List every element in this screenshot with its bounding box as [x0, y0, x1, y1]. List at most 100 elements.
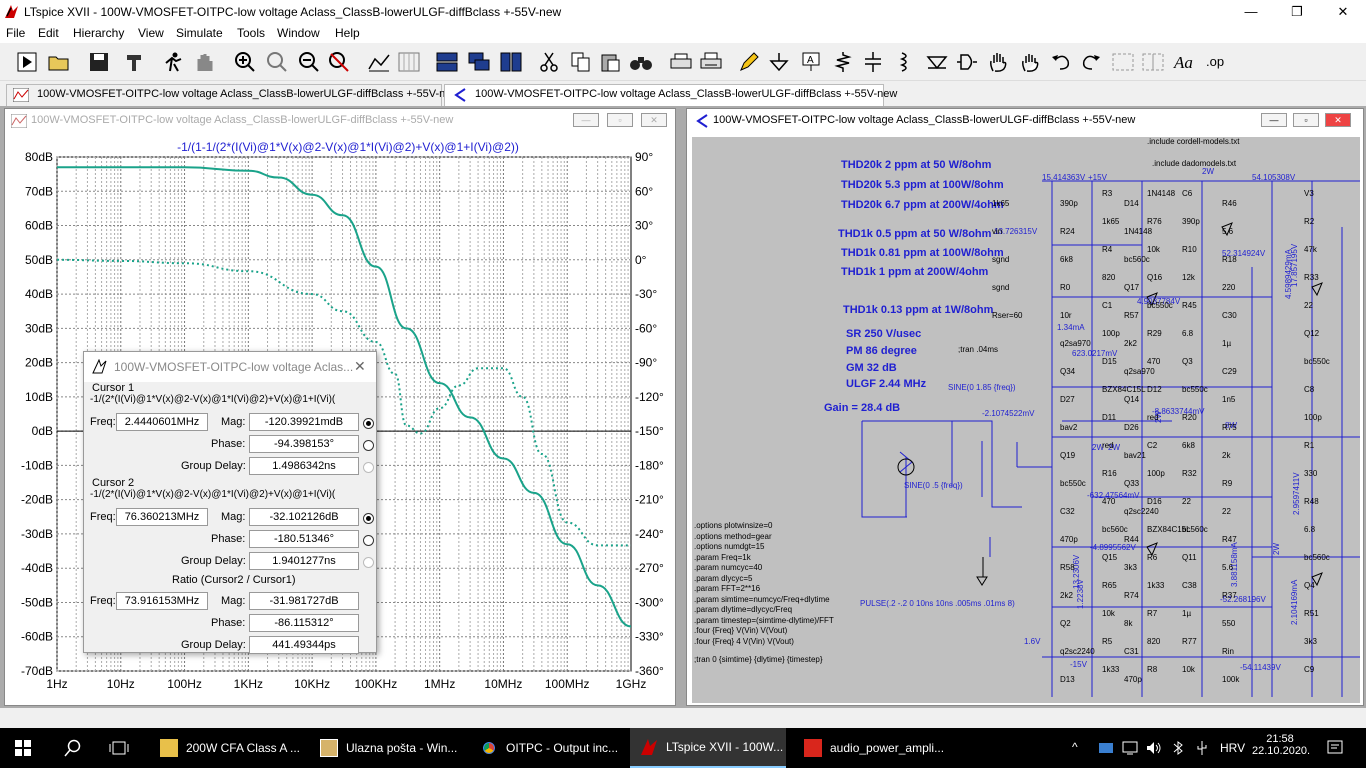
component-label[interactable]: D16 — [1147, 497, 1162, 506]
note-3[interactable]: THD20k 6.7 ppm at 200W/4ohm — [841, 199, 1004, 211]
component-label[interactable]: bav21 — [1124, 451, 1146, 460]
menu-simulate[interactable]: Simulate — [176, 26, 223, 40]
language-indicator[interactable]: HRV — [1220, 741, 1245, 755]
component-label[interactable]: 2k2 — [1124, 339, 1137, 348]
component-label[interactable]: 10k — [1102, 609, 1115, 618]
component-label[interactable]: 10k — [1182, 665, 1195, 674]
component-label[interactable]: R18 — [1222, 255, 1237, 264]
component-label[interactable]: bav2 — [1060, 423, 1077, 432]
component-label[interactable]: 100k — [1222, 675, 1239, 684]
component-label[interactable]: R37 — [1222, 591, 1237, 600]
component-label[interactable]: Q34 — [1060, 367, 1075, 376]
component-label[interactable]: V3 — [1304, 189, 1314, 198]
component-label[interactable]: 2k2 — [1060, 591, 1073, 600]
spice-directive-line[interactable]: .options plotwinsize=0 — [694, 521, 834, 532]
node-voltage-label[interactable]: 2W — [1202, 167, 1214, 176]
copy-button[interactable] — [568, 49, 594, 75]
spice-directive-line[interactable]: .param timestep=(simtime-dlytime)/FFT — [694, 616, 834, 627]
component-label[interactable]: 1µ — [1222, 339, 1231, 348]
source-spec-label[interactable]: SINE(0 1.85 {freq}) — [948, 383, 1016, 392]
component-label[interactable]: C29 — [1222, 367, 1237, 376]
find-button[interactable] — [628, 49, 654, 75]
cursor2-freq[interactable]: 76.360213MHz — [116, 508, 208, 526]
component-label[interactable]: R46 — [1222, 199, 1237, 208]
spice-directive-line[interactable]: .param dlytime=dlycyc/Freq — [694, 605, 834, 616]
component-label[interactable]: D13 — [1060, 675, 1075, 684]
component-label[interactable]: 1n5 — [1222, 395, 1235, 404]
source-spec-label[interactable]: SINE(0 .5 {freq}) — [904, 481, 963, 490]
component-label[interactable]: bc550c — [1147, 301, 1173, 310]
component-label[interactable]: vin — [992, 227, 1002, 236]
component-label[interactable]: R10 — [1182, 245, 1197, 254]
node-voltage-label[interactable]: 54.105308V — [1252, 173, 1295, 182]
spice-directive-line[interactable]: .four {Freq} V(Vin) V(Vout) — [694, 626, 834, 637]
component-label[interactable]: Q12 — [1304, 329, 1319, 338]
zoom-fit-button[interactable] — [326, 49, 352, 75]
component-label[interactable]: bc560c — [1124, 255, 1150, 264]
component-label[interactable]: Q33 — [1124, 479, 1139, 488]
component-label[interactable]: Q19 — [1060, 451, 1075, 460]
component-label[interactable]: R44 — [1124, 535, 1139, 544]
component-label[interactable]: 47k — [1304, 245, 1317, 254]
node-voltage-label[interactable]: -15V — [1070, 660, 1087, 669]
node-voltage-label[interactable]: -4.8995562V — [1090, 543, 1136, 552]
start-button[interactable] — [0, 728, 46, 768]
waveform-minimize-button[interactable]: — — [573, 113, 599, 127]
component-label[interactable]: C31 — [1124, 647, 1139, 656]
tile-vertical-button[interactable] — [498, 49, 524, 75]
component-label[interactable]: R7 — [1147, 609, 1157, 618]
node-voltage-label[interactable]: 2W — [1272, 543, 1281, 555]
component-label[interactable]: R0 — [1060, 283, 1070, 292]
cursor1-phase-radio[interactable] — [363, 440, 374, 451]
component-label[interactable]: 100p — [1102, 329, 1120, 338]
component-label[interactable]: 22 — [1222, 507, 1231, 516]
component-label[interactable]: R8 — [1147, 665, 1157, 674]
component-label[interactable]: C30 — [1222, 311, 1237, 320]
component-label[interactable]: D11 — [1102, 413, 1116, 422]
node-voltage-label[interactable]: -54.11439V — [1240, 663, 1281, 672]
save-button[interactable] — [86, 49, 112, 75]
component-label[interactable]: 1µ — [1182, 609, 1191, 618]
component-label[interactable]: C1 — [1102, 301, 1112, 310]
node-voltage-label[interactable]: +15V — [1088, 173, 1107, 182]
component-label[interactable]: R3 — [1102, 189, 1112, 198]
capacitor-button[interactable] — [860, 49, 886, 75]
component-label[interactable]: 1k33 — [1147, 581, 1164, 590]
note-7[interactable]: THD1k 0.13 ppm at 1W/8ohm — [843, 304, 993, 316]
component-label[interactable]: 100p — [1147, 469, 1165, 478]
cursor2-group-delay[interactable]: 1.9401277ns — [249, 552, 359, 570]
spice-directive-line[interactable]: .param simtime=numcyc/Freq+dlytime — [694, 595, 834, 606]
component-label[interactable]: R16 — [1102, 469, 1117, 478]
component-label[interactable]: red — [1102, 441, 1114, 450]
component-label[interactable]: R48 — [1304, 497, 1319, 506]
include-2[interactable]: .include dadomodels.txt — [1152, 159, 1236, 168]
spice-directive-line[interactable]: ;tran 0 {simtime} {dlytime} {timestep} — [694, 655, 834, 666]
reset-button[interactable] — [396, 49, 422, 75]
spice-directive-line[interactable]: .options numdgt=15 — [694, 542, 834, 553]
component-label[interactable]: C32 — [1060, 507, 1075, 516]
schematic-restore-button[interactable]: ▫ — [1293, 113, 1319, 127]
spice-directive-line[interactable]: .four {Freq} 4 V(Vin) V(Vout) — [694, 637, 834, 648]
close-button[interactable]: ✕ — [1320, 0, 1366, 23]
tab-waveform[interactable]: 100W-VMOSFET-OITPC-low voltage Aclass_Cl… — [6, 84, 459, 106]
taskbar-item-pdf[interactable]: audio_power_ampli... — [794, 728, 956, 768]
taskbar-item-mail[interactable]: Ulazna pošta - Win... — [310, 728, 468, 768]
component-label[interactable]: 22 — [1304, 301, 1313, 310]
component-label[interactable]: 10k — [1147, 245, 1160, 254]
drag-button[interactable] — [1018, 49, 1044, 75]
component-label[interactable]: 390p — [1060, 199, 1078, 208]
tran-comment[interactable]: ;tran .04ms — [958, 345, 998, 354]
component-label[interactable]: R77 — [1182, 637, 1197, 646]
component-label[interactable]: Q14 — [1124, 395, 1139, 404]
minimize-button[interactable]: — — [1228, 0, 1274, 23]
schematic-canvas[interactable]: THD20k 2 ppm at 50 W/8ohm THD20k 5.3 ppm… — [692, 137, 1360, 703]
component-label[interactable]: Rin — [1222, 647, 1234, 656]
component-label[interactable]: Q15 — [1102, 553, 1117, 562]
component-label[interactable]: R57 — [1124, 311, 1139, 320]
print-button[interactable] — [698, 49, 724, 75]
taskbar-item-ltspice[interactable]: LTspice XVII - 100W... — [630, 728, 786, 768]
cursor2-mag-radio[interactable] — [363, 513, 374, 524]
spice-directives[interactable]: .options plotwinsize=0 .options method=ge… — [694, 521, 834, 666]
resistor-button[interactable] — [830, 49, 856, 75]
move-button[interactable] — [986, 49, 1012, 75]
